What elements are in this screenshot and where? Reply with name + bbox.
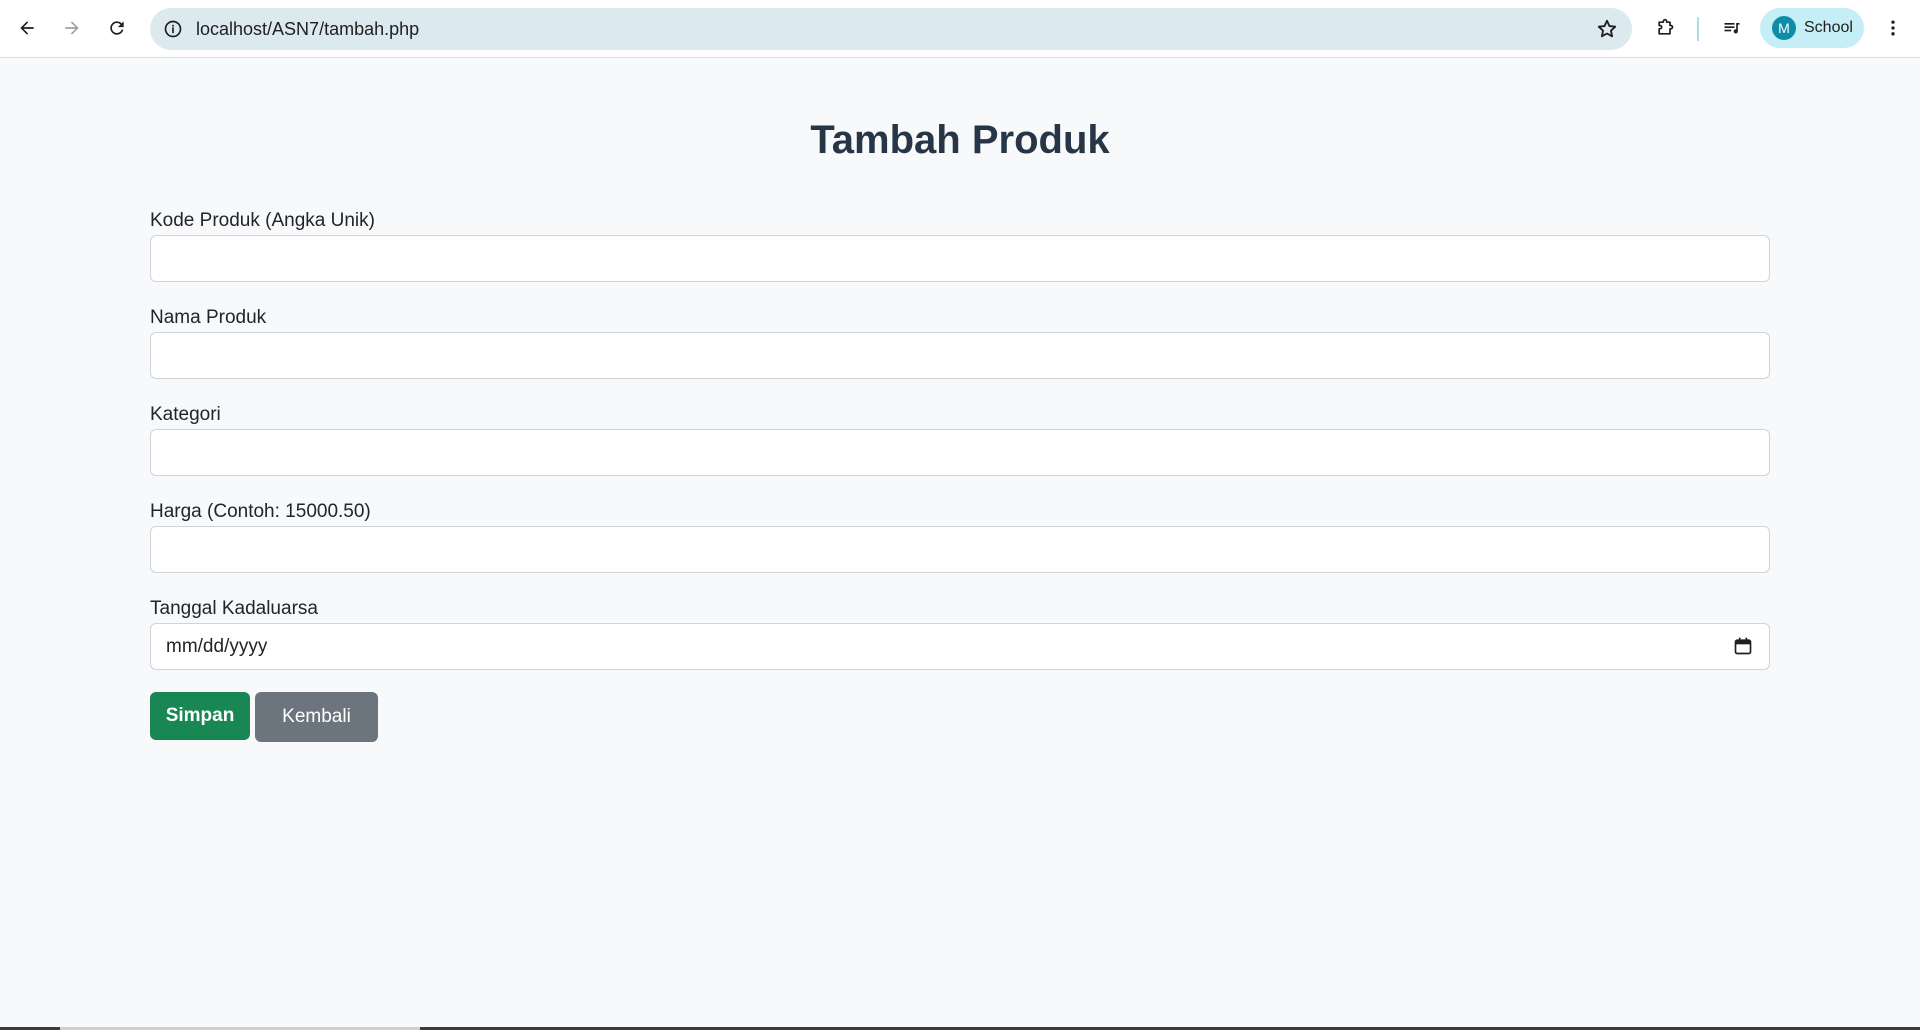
calendar-icon[interactable] [1733,636,1753,656]
kategori-input[interactable] [150,429,1770,476]
back-link-button[interactable]: Kembali [255,692,378,742]
arrow-right-icon [65,21,79,35]
forward-button[interactable] [55,11,89,45]
media-controls-icon [1724,23,1740,34]
toolbar-divider [1697,17,1699,41]
browser-menu-button[interactable] [1876,11,1910,45]
nama-produk-label: Nama Produk [150,307,267,328]
page-title: Tambah Produk [810,118,1110,162]
puzzle-icon [1658,18,1674,35]
star-icon[interactable] [1596,18,1618,40]
kebab-menu-icon [1891,20,1895,36]
profile-name: School [1804,19,1853,36]
extensions-button[interactable] [1648,11,1682,45]
browser-toolbar: localhost/ASN7/tambah.php M School [0,0,1920,58]
avatar: M [1772,16,1796,40]
save-button[interactable]: Simpan [150,692,250,740]
kode-produk-label: Kode Produk (Angka Unik) [150,210,375,231]
info-icon[interactable] [162,18,184,40]
kode-produk-input[interactable] [150,235,1770,282]
url-text[interactable]: localhost/ASN7/tambah.php [196,8,419,50]
harga-label: Harga (Contoh: 15000.50) [150,501,371,522]
tanggal-kadaluarsa-label: Tanggal Kadaluarsa [150,598,318,619]
reload-icon [110,21,124,35]
media-controls-button[interactable] [1715,11,1749,45]
arrow-left-icon [20,21,34,35]
nama-produk-input[interactable] [150,332,1770,379]
kategori-label: Kategori [150,404,221,425]
profile-chip[interactable]: M School [1760,8,1864,48]
back-button[interactable] [10,11,44,45]
tanggal-kadaluarsa-input[interactable]: mm/dd/yyyy [150,623,1770,670]
reload-button[interactable] [100,11,134,45]
date-placeholder: mm/dd/yyyy [166,636,268,657]
address-bar[interactable]: localhost/ASN7/tambah.php [150,8,1632,50]
harga-input[interactable] [150,526,1770,573]
